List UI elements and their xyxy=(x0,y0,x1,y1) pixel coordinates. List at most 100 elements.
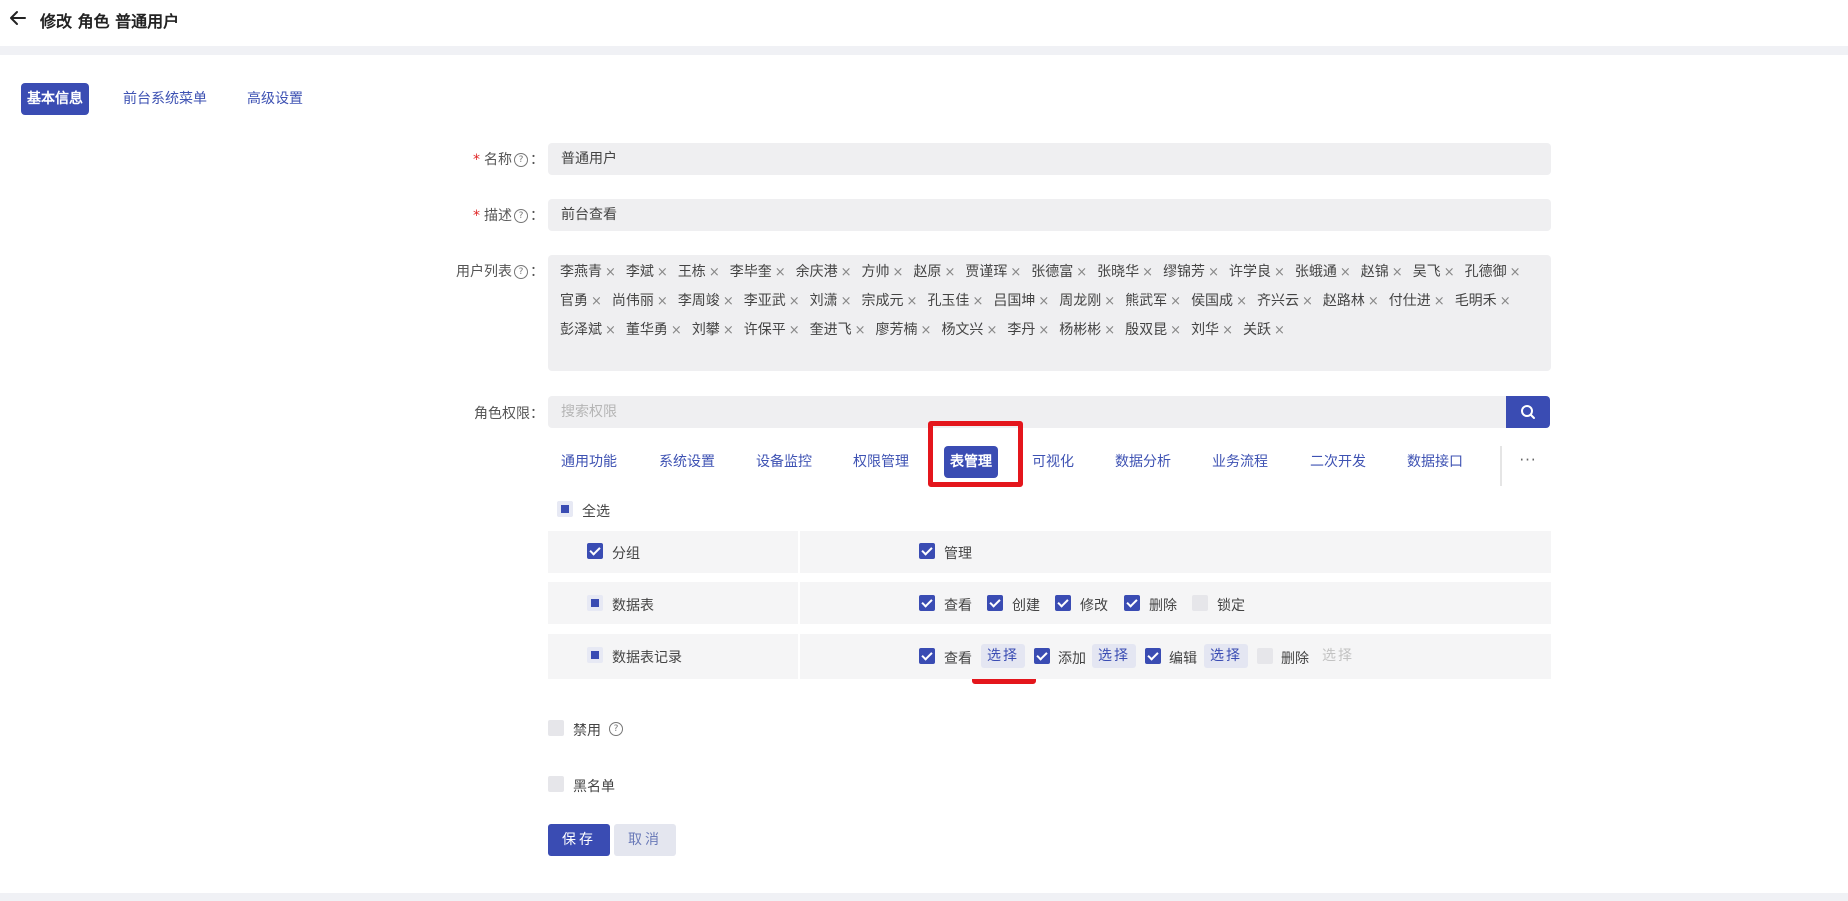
remove-tag-icon[interactable]: × xyxy=(1038,323,1049,338)
remove-tag-icon[interactable]: × xyxy=(1142,265,1153,280)
remove-tag-icon[interactable]: × xyxy=(1076,265,1087,280)
blacklist-checkbox[interactable] xyxy=(548,776,564,792)
remove-tag-icon[interactable]: × xyxy=(671,323,682,338)
data-table-create-checkbox[interactable] xyxy=(987,595,1003,611)
user-tag: 李亚武 × xyxy=(743,293,800,309)
group-checkbox[interactable] xyxy=(587,543,603,559)
remove-tag-icon[interactable]: × xyxy=(723,323,734,338)
help-icon[interactable]: ? xyxy=(514,153,528,167)
remove-tag-icon[interactable]: × xyxy=(1510,265,1521,280)
tab-frontend-menu[interactable]: 前台系统菜单 xyxy=(123,83,207,115)
remove-tag-icon[interactable]: × xyxy=(1392,265,1403,280)
perm-tab-data-analysis[interactable]: 数据分析 xyxy=(1115,446,1171,478)
remove-tag-icon[interactable]: × xyxy=(1274,265,1285,280)
remove-tag-icon[interactable]: × xyxy=(789,323,800,338)
data-table-lock-checkbox[interactable] xyxy=(1192,595,1208,611)
user-tag: 贾谨珲 × xyxy=(965,264,1022,280)
perm-tab-general[interactable]: 通用功能 xyxy=(561,446,617,478)
remove-tag-icon[interactable]: × xyxy=(944,265,955,280)
more-tabs-button[interactable]: ··· xyxy=(1518,446,1538,478)
remove-tag-icon[interactable]: × xyxy=(1208,265,1219,280)
remove-tag-icon[interactable]: × xyxy=(1434,294,1445,309)
data-table-delete-checkbox[interactable] xyxy=(1124,595,1140,611)
save-button[interactable]: 保存 xyxy=(548,824,610,856)
remove-tag-icon[interactable]: × xyxy=(605,265,616,280)
remove-tag-icon[interactable]: × xyxy=(921,323,932,338)
records-delete-checkbox[interactable] xyxy=(1257,648,1273,664)
user-tag: 熊武军 × xyxy=(1125,293,1182,309)
remove-tag-icon[interactable]: × xyxy=(1222,323,1233,338)
records-add-checkbox[interactable] xyxy=(1034,648,1050,664)
remove-tag-icon[interactable]: × xyxy=(1170,323,1181,338)
remove-tag-icon[interactable]: × xyxy=(1368,294,1379,309)
group-manage-checkbox[interactable] xyxy=(919,543,935,559)
perm-tab-secondary-dev[interactable]: 二次开发 xyxy=(1310,446,1366,478)
perm-tab-visualization[interactable]: 可视化 xyxy=(1032,446,1074,478)
remove-tag-icon[interactable]: × xyxy=(841,265,852,280)
remove-tag-icon[interactable]: × xyxy=(657,265,668,280)
help-icon[interactable]: ? xyxy=(514,265,528,279)
data-table-checkbox[interactable] xyxy=(587,595,603,611)
description-field[interactable]: 前台查看 xyxy=(548,199,1551,231)
select-all-checkbox[interactable] xyxy=(557,501,573,517)
remove-tag-icon[interactable]: × xyxy=(605,323,616,338)
data-table-edit-checkbox[interactable] xyxy=(1055,595,1071,611)
perm-tab-system-settings[interactable]: 系统设置 xyxy=(659,446,715,478)
remove-tag-icon[interactable]: × xyxy=(1104,294,1115,309)
remove-tag-icon[interactable]: × xyxy=(1010,265,1021,280)
perm-tab-permission-mgmt[interactable]: 权限管理 xyxy=(853,446,909,478)
search-button[interactable] xyxy=(1506,396,1550,428)
cancel-button[interactable]: 取消 xyxy=(614,824,676,856)
tab-basic-info[interactable]: 基本信息 xyxy=(21,83,89,115)
remove-tag-icon[interactable]: × xyxy=(1038,294,1049,309)
remove-tag-icon[interactable]: × xyxy=(972,294,983,309)
remove-tag-icon[interactable]: × xyxy=(1500,294,1511,309)
arrow-left-icon[interactable] xyxy=(8,8,28,28)
user-tag: 李丹 × xyxy=(1007,322,1050,338)
records-edit-checkbox[interactable] xyxy=(1145,648,1161,664)
records-view-checkbox[interactable] xyxy=(919,648,935,664)
remove-tag-icon[interactable]: × xyxy=(1444,265,1455,280)
records-add-select-button[interactable]: 选择 xyxy=(1092,644,1136,668)
remove-tag-icon[interactable]: × xyxy=(657,294,668,309)
remove-tag-icon[interactable]: × xyxy=(723,294,734,309)
data-table-view-checkbox[interactable] xyxy=(919,595,935,611)
user-tag: 刘攀 × xyxy=(691,322,734,338)
remove-tag-icon[interactable]: × xyxy=(1170,294,1181,309)
user-tag: 殷双昆 × xyxy=(1125,322,1182,338)
records-edit-select-button[interactable]: 选择 xyxy=(1204,644,1248,668)
perm-tab-data-interface[interactable]: 数据接口 xyxy=(1407,446,1463,478)
remove-tag-icon[interactable]: × xyxy=(1302,294,1313,309)
records-view-select-button[interactable]: 选择 xyxy=(981,644,1025,668)
remove-tag-icon[interactable]: × xyxy=(591,294,602,309)
blacklist-label: 黑名单 xyxy=(573,779,615,795)
help-icon[interactable]: ? xyxy=(514,209,528,223)
remove-tag-icon[interactable]: × xyxy=(1104,323,1115,338)
user-tag-list[interactable]: 李燕青 × 李斌 × 王栋 × 李毕奎 × 余庆港 × 方帅 × 赵原 × 贾谨珲 × 张德富 × 张晓华 × 缪锦芳 ×… xyxy=(548,255,1551,371)
data-records-checkbox[interactable] xyxy=(587,647,603,663)
help-icon[interactable]: ? xyxy=(609,722,623,736)
disable-checkbox[interactable] xyxy=(548,720,564,736)
perm-tab-device-monitor[interactable]: 设备监控 xyxy=(756,446,812,478)
remove-tag-icon[interactable]: × xyxy=(1236,294,1247,309)
perm-tab-business-flow[interactable]: 业务流程 xyxy=(1212,446,1268,478)
remove-tag-icon[interactable]: × xyxy=(789,294,800,309)
remove-tag-icon[interactable]: × xyxy=(775,265,786,280)
perm-search-input[interactable] xyxy=(548,396,1506,428)
remove-tag-icon[interactable]: × xyxy=(893,265,904,280)
remove-tag-icon[interactable]: × xyxy=(907,294,918,309)
remove-tag-icon[interactable]: × xyxy=(986,323,997,338)
remove-tag-icon[interactable]: × xyxy=(1340,265,1351,280)
desc-label: * 描述?： xyxy=(473,208,544,224)
perm-action-label: 查看 xyxy=(944,651,972,667)
perm-row-data-table xyxy=(548,582,1551,624)
user-tag: 关跃 × xyxy=(1242,322,1285,338)
remove-tag-icon[interactable]: × xyxy=(709,265,720,280)
perm-label: 角色权限： xyxy=(474,406,544,422)
remove-tag-icon[interactable]: × xyxy=(855,323,866,338)
remove-tag-icon[interactable]: × xyxy=(841,294,852,309)
perm-action-label: 创建 xyxy=(1012,598,1040,614)
name-field[interactable]: 普通用户 xyxy=(548,143,1551,175)
remove-tag-icon[interactable]: × xyxy=(1274,323,1285,338)
tab-advanced-settings[interactable]: 高级设置 xyxy=(247,83,303,115)
